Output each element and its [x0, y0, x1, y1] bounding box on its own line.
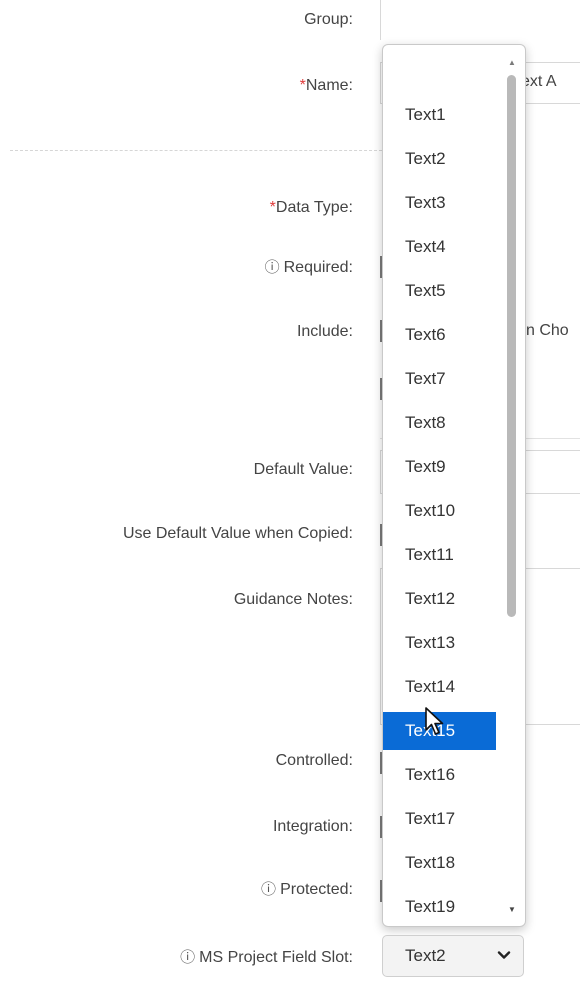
ms-project-field-slot-label: ⓘ MS Project Field Slot: — [180, 949, 353, 966]
info-icon: ⓘ — [264, 259, 280, 276]
dropdown-option[interactable]: Text9 — [383, 445, 496, 489]
name-label: *Name: — [299, 77, 353, 94]
info-icon: ⓘ — [261, 881, 277, 898]
default-value-label: Default Value: — [253, 461, 353, 478]
chevron-down-icon — [497, 951, 511, 959]
dropdown-option[interactable]: Text6 — [383, 313, 496, 357]
dropdown-scrollbar[interactable]: ▲ ▼ — [505, 57, 519, 916]
scroll-thumb[interactable] — [507, 75, 516, 617]
dropdown-option[interactable]: Text11 — [383, 533, 496, 577]
scroll-down-arrow-icon[interactable]: ▼ — [506, 904, 518, 916]
include-label: Include: — [296, 323, 353, 340]
dropdown-options: Text1 Text2 Text3 Text4 Text5 Text6 Text7 Text8… — [383, 93, 496, 926]
field-slot-dropdown[interactable]: Text1 Text2 Text3 Text4 Text5 Text6 Text7 Text8… — [382, 44, 526, 927]
dropdown-option[interactable]: Text1 — [383, 93, 496, 137]
info-icon: ⓘ — [180, 949, 196, 966]
ms-project-field-slot-select[interactable]: Text2 — [382, 935, 524, 977]
controlled-label: Controlled: — [275, 752, 353, 769]
dropdown-option[interactable]: Text13 — [383, 621, 496, 665]
scroll-up-arrow-icon[interactable]: ▲ — [506, 57, 518, 69]
dropdown-option[interactable]: Text7 — [383, 357, 496, 401]
group-label: Group: — [304, 11, 353, 28]
include-option-text: n Cho — [526, 322, 569, 339]
dropdown-option[interactable]: Text5 — [383, 269, 496, 313]
mouse-pointer-icon — [425, 707, 444, 735]
name-input-value: ext A — [521, 73, 557, 90]
dropdown-option[interactable]: Text4 — [383, 225, 496, 269]
group-field-edge — [380, 0, 381, 40]
guidance-notes-label: Guidance Notes: — [233, 591, 353, 608]
dropdown-option[interactable]: Text16 — [383, 753, 496, 797]
dropdown-option[interactable]: Text12 — [383, 577, 496, 621]
dropdown-option[interactable]: Text19 — [383, 885, 496, 926]
dropdown-option[interactable]: Text8 — [383, 401, 496, 445]
data-type-label: *Data Type: — [269, 199, 353, 216]
protected-label: ⓘ Protected: — [261, 881, 353, 898]
section-divider — [10, 150, 382, 151]
integration-label: Integration: — [272, 818, 353, 835]
dropdown-option[interactable]: Text10 — [383, 489, 496, 533]
dropdown-option[interactable]: Text17 — [383, 797, 496, 841]
select-value: Text2 — [405, 946, 446, 965]
required-label: ⓘ Required: — [264, 259, 353, 276]
dropdown-option[interactable]: Text3 — [383, 181, 496, 225]
use-default-copied-label: Use Default Value when Copied: — [122, 525, 353, 542]
dropdown-option[interactable]: Text18 — [383, 841, 496, 885]
dropdown-option[interactable]: Text2 — [383, 137, 496, 181]
dropdown-option[interactable]: Text14 — [383, 665, 496, 709]
